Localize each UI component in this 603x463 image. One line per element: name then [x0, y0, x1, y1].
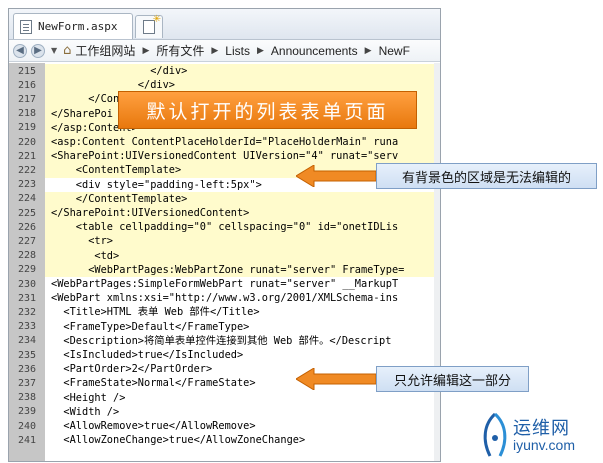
tab-newform[interactable]: NewForm.aspx	[13, 13, 133, 39]
back-arrow-icon[interactable]: ◀	[13, 43, 27, 58]
new-tab-button[interactable]	[135, 14, 163, 38]
line-number: 228	[17, 250, 37, 262]
code-line[interactable]: 228 <td>	[9, 248, 440, 263]
code-text[interactable]: <Description>将简单表单控件连接到其他 Web 部件。</Descr…	[45, 333, 440, 348]
line-number: 238	[17, 392, 37, 404]
arrow-left-icon	[296, 165, 377, 187]
line-number: 224	[17, 193, 37, 205]
code-text[interactable]: <td>	[45, 248, 440, 263]
breadcrumb-item-announcements[interactable]: Announcements	[271, 44, 358, 58]
code-text[interactable]: <Height />	[45, 390, 440, 405]
watermark-logo: 运维网 iyunv.com	[478, 410, 602, 460]
breadcrumb-item-lists[interactable]: Lists	[225, 44, 250, 58]
code-text[interactable]: <FrameType>Default</FrameType>	[45, 319, 440, 334]
line-number: 221	[17, 150, 37, 162]
line-number: 216	[17, 79, 37, 91]
tab-bar: NewForm.aspx	[9, 9, 440, 40]
code-line[interactable]: 224 </ContentTemplate>	[9, 191, 440, 206]
code-line[interactable]: 240 <AllowRemove>true</AllowRemove>	[9, 419, 440, 434]
breadcrumb-item-all-files[interactable]: 所有文件	[156, 42, 204, 59]
code-line[interactable]: 230 <WebPartPages:SimpleFormWebPart runat…	[9, 277, 440, 292]
code-text[interactable]: <AllowZoneChange>true</AllowZoneChange>	[45, 433, 440, 448]
line-number: 218	[17, 108, 37, 120]
readonly-note-callout: 有背景色的区域是无法编辑的	[376, 163, 597, 189]
code-line[interactable]: 235 <IsIncluded>true</IsIncluded>	[9, 348, 440, 363]
code-text[interactable]: <table cellpadding="0" cellspacing="0" i…	[45, 220, 440, 235]
code-text[interactable]: <WebPart xmlns:xsi="http://www.w3.org/20…	[45, 291, 440, 306]
code-line[interactable]: 232 <Title>HTML 表单 Web 部件</Title>	[9, 305, 440, 320]
code-text[interactable]: <WebPartPages:WebPartZone runat="server"…	[45, 262, 440, 277]
breadcrumb-separator-icon[interactable]: ▶	[142, 46, 149, 56]
code-line[interactable]: 233 <FrameType>Default</FrameType>	[9, 319, 440, 334]
line-number: 232	[17, 306, 37, 318]
line-number: 235	[17, 349, 37, 361]
line-number: 237	[17, 377, 37, 389]
line-number: 225	[17, 207, 37, 219]
code-line[interactable]: 234 <Description>将简单表单控件连接到其他 Web 部件。</D…	[9, 333, 440, 348]
code-text[interactable]: <tr>	[45, 234, 440, 249]
forward-arrow-icon[interactable]: ▶	[31, 43, 45, 58]
code-text[interactable]: <SharePoint:UIVersionedContent UIVersion…	[45, 149, 440, 164]
document-icon	[20, 19, 32, 34]
code-line[interactable]: 220 <asp:Content ContentPlaceHolderId="Pl…	[9, 135, 440, 150]
code-text[interactable]: </div>	[45, 64, 440, 79]
code-text[interactable]: <asp:Content ContentPlaceHolderId="Place…	[45, 135, 440, 150]
code-text[interactable]: <AllowRemove>true</AllowRemove>	[45, 419, 440, 434]
line-number: 215	[17, 65, 37, 77]
line-number: 234	[17, 335, 37, 347]
line-number: 231	[17, 292, 37, 304]
breadcrumb-item-site[interactable]: 工作组网站	[75, 42, 135, 59]
editor-window: NewForm.aspx ◀ ▶ ▼ ⌂ 工作组网站 ▶ 所有文件 ▶ List…	[8, 8, 441, 462]
code-text[interactable]: <Width />	[45, 404, 440, 419]
line-number: 239	[17, 406, 37, 418]
code-line[interactable]: 241 <AllowZoneChange>true</AllowZoneChan…	[9, 433, 440, 448]
line-number: 223	[17, 179, 37, 191]
code-line[interactable]: 231 <WebPart xmlns:xsi="http://www.w3.org…	[9, 291, 440, 306]
code-text[interactable]: </ContentTemplate>	[45, 191, 440, 206]
breadcrumb-separator-icon[interactable]: ▶	[365, 46, 372, 56]
line-number: 230	[17, 278, 37, 290]
title-callout: 默认打开的列表表单页面	[118, 91, 417, 129]
line-number: 222	[17, 164, 37, 176]
line-number: 220	[17, 136, 37, 148]
code-line[interactable]: 226 <table cellpadding="0" cellspacing="…	[9, 220, 440, 235]
line-number: 233	[17, 321, 37, 333]
code-line[interactable]: 215 </div>	[9, 64, 440, 79]
arrow-left-icon	[296, 368, 377, 390]
home-icon[interactable]: ⌂	[63, 43, 71, 58]
code-text[interactable]: <IsIncluded>true</IsIncluded>	[45, 348, 440, 363]
line-number: 229	[17, 264, 37, 276]
line-number: 219	[17, 122, 37, 134]
code-text[interactable]: <Title>HTML 表单 Web 部件</Title>	[45, 305, 440, 320]
code-line[interactable]: 221 <SharePoint:UIVersionedContent UIVers…	[9, 149, 440, 164]
breadcrumb-item-newform[interactable]: NewF	[379, 44, 410, 58]
code-line[interactable]: 225 </SharePoint:UIVersionedContent>	[9, 206, 440, 221]
breadcrumb: ◀ ▶ ▼ ⌂ 工作组网站 ▶ 所有文件 ▶ Lists ▶ Announcem…	[9, 40, 440, 62]
watermark-en: iyunv.com	[513, 437, 575, 453]
code-line[interactable]: 239 <Width />	[9, 404, 440, 419]
new-document-icon	[143, 14, 161, 34]
code-line[interactable]: 238 <Height />	[9, 390, 440, 405]
tab-label: NewForm.aspx	[38, 20, 118, 33]
code-text[interactable]: <WebPartPages:SimpleFormWebPart runat="s…	[45, 277, 440, 292]
code-line[interactable]: 227 <tr>	[9, 234, 440, 249]
line-number: 227	[17, 235, 37, 247]
code-text[interactable]: </SharePoint:UIVersionedContent>	[45, 206, 440, 221]
breadcrumb-separator-icon[interactable]: ▶	[211, 46, 218, 56]
breadcrumb-separator-icon[interactable]: ▶	[257, 46, 264, 56]
logo-icon	[483, 412, 507, 457]
line-number: 240	[17, 420, 37, 432]
code-line[interactable]: 229 <WebPartPages:WebPartZone runat="ser…	[9, 262, 440, 277]
editable-note-callout: 只允许编辑这一部分	[376, 366, 529, 392]
line-number: 241	[17, 434, 37, 446]
line-number: 236	[17, 363, 37, 375]
line-number: 226	[17, 221, 37, 233]
history-dropdown-icon[interactable]: ▼	[51, 46, 57, 55]
vertical-scrollbar[interactable]	[434, 63, 440, 461]
line-number: 217	[17, 93, 37, 105]
